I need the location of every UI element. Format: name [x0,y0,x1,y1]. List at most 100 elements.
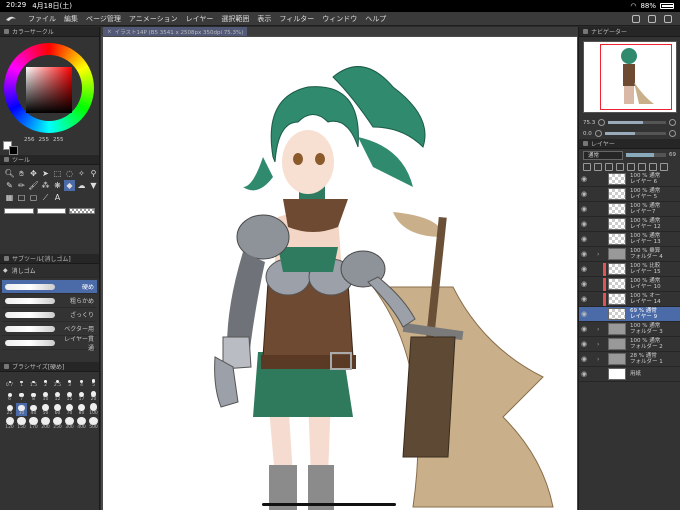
ruler-icon[interactable]: ⟋ [40,192,51,203]
brush-size-option[interactable]: 120 [4,417,15,430]
brush-size-option[interactable]: 10 [40,389,51,402]
layer-row[interactable]: ◉ 100 % 通常 レイヤー7 [579,202,680,217]
document-tab[interactable]: × イラスト14P (B5 3541 x 2508px 350dpi 75.3%… [103,27,248,36]
brush-icon[interactable]: 🖌︎ [28,180,39,191]
zoom-control[interactable]: 75.3 [579,117,680,128]
brush-size-option[interactable]: 50 [40,403,51,416]
brush-size-option[interactable]: 1.5 [28,375,39,388]
visibility-eye-icon[interactable]: ◉ [579,175,589,183]
sub-color-swatch[interactable] [9,146,18,155]
visibility-eye-icon[interactable]: ◉ [579,250,589,258]
undo-icon[interactable] [632,14,640,23]
frame-icon[interactable]: ▢ [28,192,39,203]
brush-size-option[interactable]: 12 [52,389,63,402]
blend-mode-select[interactable]: 通常 [583,150,623,160]
object-icon[interactable]: ➤ [40,168,51,179]
menu-item[interactable]: 編集 [60,14,82,24]
brush-size-option[interactable]: 80 [76,403,87,416]
brush-size-option[interactable]: 3 [64,375,75,388]
layer-row[interactable]: ◉ 100 % 通常 レイヤー 10 [579,277,680,292]
brush-size-option[interactable]: 30 [16,403,27,416]
brush-size-option[interactable]: 25 [4,403,15,416]
visibility-eye-icon[interactable]: ◉ [579,310,589,318]
illustration-canvas[interactable] [103,37,577,510]
selection-icon[interactable]: ⬚ [52,168,63,179]
sub-color-bar[interactable] [36,208,67,214]
layer-row[interactable]: ◉ 100 % 通常 レイヤー 12 [579,217,680,232]
menu-item[interactable]: フィルター [275,14,318,24]
brush-size-option[interactable]: 250 [52,417,63,430]
eraser-icon[interactable]: ◆ [64,180,75,191]
transparent-color-bar[interactable] [69,208,96,214]
brush-size-option[interactable]: 7 [16,389,27,402]
menu-item[interactable]: ヘルプ [361,14,390,24]
layer-row[interactable]: ◉ 用紙 [579,367,680,382]
subtool-item[interactable]: レイヤー貫通 [2,336,97,352]
zoom-in-icon[interactable] [669,119,676,126]
brush-size-option[interactable]: 17 [76,389,87,402]
zoom-icon[interactable]: 🔍︎ [4,168,15,179]
brush-size-option[interactable]: 1 [16,375,27,388]
brush-size-option[interactable]: 15 [64,389,75,402]
main-color-bar[interactable] [4,208,34,214]
blend-icon[interactable]: ☁︎ [76,180,87,191]
pencil-icon[interactable]: ✏︎ [16,180,27,191]
lasso-icon[interactable]: ◌ [64,168,75,179]
decoration-icon[interactable]: ❋ [52,180,63,191]
visibility-eye-icon[interactable]: ◉ [579,340,589,348]
redo-icon[interactable] [648,14,656,23]
airbrush-icon[interactable]: ⁂ [40,180,51,191]
visibility-eye-icon[interactable]: ◉ [579,280,589,288]
visibility-eye-icon[interactable]: ◉ [579,325,589,333]
layer-folder-row[interactable]: ◉ › 100 % 乗算 フォルダー 4 [579,247,680,262]
reference-icon[interactable] [594,162,602,171]
layer-row[interactable]: ◉ 100 % 通常 レイヤー 13 [579,232,680,247]
brush-size-option[interactable]: 5 [88,375,99,388]
saturation-value-square[interactable] [26,67,72,113]
delete-layer-icon[interactable] [660,162,668,171]
lock-alpha-icon[interactable] [616,162,624,171]
menu-item[interactable]: レイヤー [182,14,218,24]
menu-item[interactable]: 選択範囲 [217,14,253,24]
brush-size-option[interactable]: 200 [40,417,51,430]
move-icon[interactable]: ✥ [28,168,39,179]
layer-folder-row[interactable]: ◉ › 100 % 通常 フォルダー 2 [579,337,680,352]
navigator-view-frame[interactable] [600,44,672,110]
lock-icon[interactable] [605,162,613,171]
menu-item[interactable]: ウィンドウ [318,14,361,24]
visibility-eye-icon[interactable]: ◉ [579,295,589,303]
subtool-group[interactable]: ◆ 消しゴム [0,264,99,278]
subtool-item[interactable]: 硬め [2,280,97,294]
rotate-control[interactable]: 0.0 [579,128,680,139]
gradient-icon[interactable]: ▦ [4,192,15,203]
opacity-slider[interactable] [626,153,666,157]
subtool-item[interactable]: ざっくり [2,308,97,322]
brush-size-option[interactable]: 60 [52,403,63,416]
settings-icon[interactable] [664,14,672,23]
menu-item[interactable]: ページ管理 [82,14,125,24]
navigator-thumbnail[interactable] [583,41,677,113]
brush-size-option[interactable]: 8 [28,389,39,402]
brush-size-option[interactable]: 4 [76,375,87,388]
brush-size-option[interactable]: 40 [28,403,39,416]
visibility-eye-icon[interactable]: ◉ [579,235,589,243]
visibility-eye-icon[interactable]: ◉ [579,265,589,273]
menu-item[interactable]: ファイル [24,14,60,24]
menu-item[interactable]: 表示 [253,14,275,24]
auto-select-icon[interactable]: ✧ [76,168,87,179]
brush-size-option[interactable]: 0.7 [4,375,15,388]
brush-size-option[interactable]: 400 [76,417,87,430]
brush-size-option[interactable]: 150 [16,417,27,430]
rotate-left-icon[interactable] [594,130,602,137]
brush-size-option[interactable]: 500 [88,417,99,430]
mask-icon[interactable] [627,162,635,171]
pen-icon[interactable]: ✎ [4,180,15,191]
layer-row[interactable]: ◉ 100 % 比較 レイヤー 15 [579,262,680,277]
layer-row[interactable]: ◉ 100 % オー レイヤー 14 [579,292,680,307]
layer-row[interactable]: ◉ 100 % 通常 レイヤー 5 [579,187,680,202]
brush-size-option[interactable]: 6 [4,389,15,402]
brush-size-option[interactable]: 100 [88,403,99,416]
new-folder-icon[interactable] [649,162,657,171]
visibility-eye-icon[interactable]: ◉ [579,355,589,363]
layer-row[interactable]: ◉ 69 % 通常 レイヤー 9 [579,307,680,322]
